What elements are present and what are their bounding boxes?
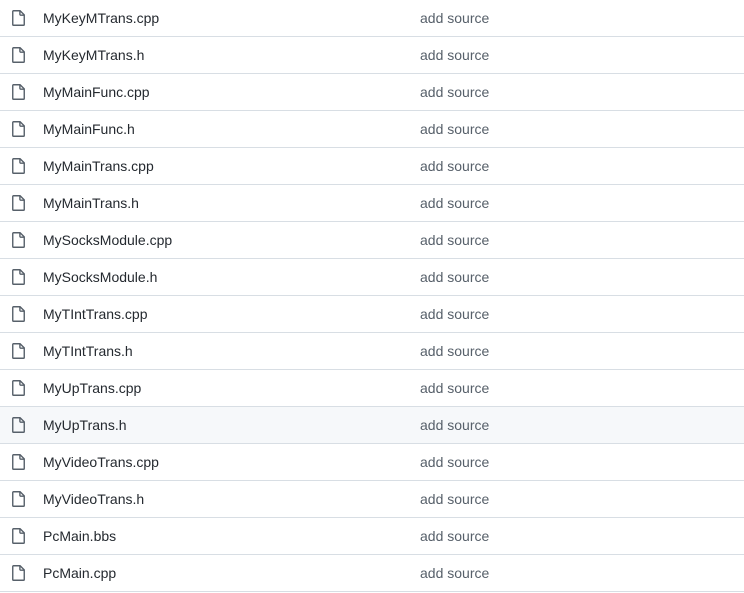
file-row[interactable]: MyMainTrans.cpp add source xyxy=(0,148,744,185)
file-name-link[interactable]: MyUpTrans.h xyxy=(43,407,127,444)
file-icon xyxy=(12,528,25,544)
file-icon xyxy=(12,84,25,100)
file-name-link[interactable]: MyMainFunc.cpp xyxy=(43,74,150,111)
file-row[interactable]: MySocksModule.cpp add source xyxy=(0,222,744,259)
commit-message-link[interactable]: add source xyxy=(420,333,489,370)
file-row[interactable]: MyTIntTrans.cpp add source xyxy=(0,296,744,333)
file-icon xyxy=(12,454,25,470)
commit-message-link[interactable]: add source xyxy=(420,518,489,555)
file-icon xyxy=(12,491,25,507)
file-list: MyKeyMTrans.cpp add source MyKeyMTrans.h… xyxy=(0,0,744,592)
file-icon xyxy=(12,195,25,211)
file-row[interactable]: MyVideoTrans.cpp add source xyxy=(0,444,744,481)
commit-message-link[interactable]: add source xyxy=(420,370,489,407)
commit-message-link[interactable]: add source xyxy=(420,37,489,74)
file-name-link[interactable]: MyMainFunc.h xyxy=(43,111,135,148)
file-row[interactable]: MyMainFunc.h add source xyxy=(0,111,744,148)
file-row[interactable]: MyVideoTrans.h add source xyxy=(0,481,744,518)
file-name-link[interactable]: MyKeyMTrans.cpp xyxy=(43,0,159,37)
commit-message-link[interactable]: add source xyxy=(420,296,489,333)
file-name-link[interactable]: MyUpTrans.cpp xyxy=(43,370,141,407)
commit-message-link[interactable]: add source xyxy=(420,185,489,222)
file-row[interactable]: MyUpTrans.cpp add source xyxy=(0,370,744,407)
file-icon xyxy=(12,10,25,26)
file-name-link[interactable]: MySocksModule.cpp xyxy=(43,222,172,259)
commit-message-link[interactable]: add source xyxy=(420,481,489,518)
file-name-link[interactable]: MyVideoTrans.cpp xyxy=(43,444,159,481)
file-row[interactable]: PcMain.bbs add source xyxy=(0,518,744,555)
file-row[interactable]: MyMainFunc.cpp add source xyxy=(0,74,744,111)
file-name-link[interactable]: MyMainTrans.h xyxy=(43,185,139,222)
file-icon xyxy=(12,417,25,433)
file-icon xyxy=(12,565,25,581)
file-name-link[interactable]: PcMain.cpp xyxy=(43,555,116,592)
file-icon xyxy=(12,121,25,137)
file-row[interactable]: MyKeyMTrans.h add source xyxy=(0,37,744,74)
file-row[interactable]: PcMain.cpp add source xyxy=(0,555,744,592)
file-name-link[interactable]: MyVideoTrans.h xyxy=(43,481,144,518)
file-icon xyxy=(12,306,25,322)
commit-message-link[interactable]: add source xyxy=(420,0,489,37)
file-icon xyxy=(12,380,25,396)
file-row[interactable]: MySocksModule.h add source xyxy=(0,259,744,296)
file-icon xyxy=(12,269,25,285)
file-name-link[interactable]: MyTIntTrans.h xyxy=(43,333,133,370)
file-row[interactable]: MyMainTrans.h add source xyxy=(0,185,744,222)
commit-message-link[interactable]: add source xyxy=(420,222,489,259)
file-name-link[interactable]: PcMain.bbs xyxy=(43,518,116,555)
file-icon xyxy=(12,343,25,359)
file-row[interactable]: MyUpTrans.h add source xyxy=(0,407,744,444)
file-name-link[interactable]: MyMainTrans.cpp xyxy=(43,148,154,185)
commit-message-link[interactable]: add source xyxy=(420,555,489,592)
commit-message-link[interactable]: add source xyxy=(420,74,489,111)
file-icon xyxy=(12,232,25,248)
commit-message-link[interactable]: add source xyxy=(420,259,489,296)
file-name-link[interactable]: MySocksModule.h xyxy=(43,259,157,296)
file-name-link[interactable]: MyTIntTrans.cpp xyxy=(43,296,148,333)
file-row[interactable]: MyTIntTrans.h add source xyxy=(0,333,744,370)
file-icon xyxy=(12,158,25,174)
commit-message-link[interactable]: add source xyxy=(420,407,489,444)
commit-message-link[interactable]: add source xyxy=(420,148,489,185)
file-icon xyxy=(12,47,25,63)
file-row[interactable]: MyKeyMTrans.cpp add source xyxy=(0,0,744,37)
commit-message-link[interactable]: add source xyxy=(420,111,489,148)
commit-message-link[interactable]: add source xyxy=(420,444,489,481)
file-name-link[interactable]: MyKeyMTrans.h xyxy=(43,37,144,74)
